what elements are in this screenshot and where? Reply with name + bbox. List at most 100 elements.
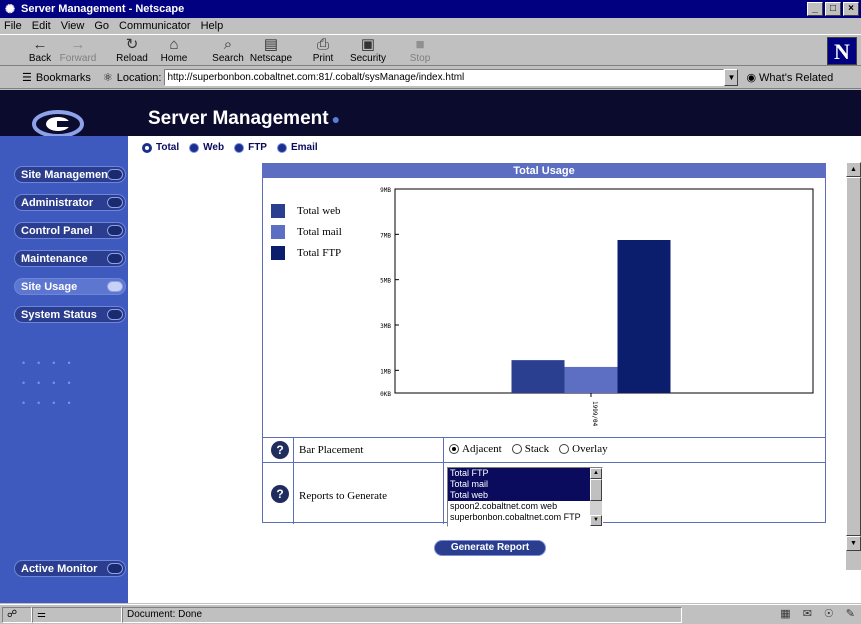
navigator-icon[interactable]: ▦ xyxy=(780,607,790,620)
chart-legend: Total web Total mail Total FTP xyxy=(271,200,342,263)
nav-knob-icon xyxy=(107,253,123,264)
page-scrollbar[interactable]: ▲ ▼ xyxy=(846,162,861,570)
title-dot-icon: ● xyxy=(331,111,341,127)
subnav-ftp[interactable]: FTP xyxy=(234,142,267,153)
menu-go[interactable]: Go xyxy=(94,20,109,32)
netscape-button[interactable]: ▤ Netscape xyxy=(249,36,293,66)
y-tick-label: 5MB xyxy=(380,278,391,285)
list-item[interactable]: Total mail xyxy=(448,479,602,490)
whats-related-button[interactable]: ◉ What's Related xyxy=(746,71,833,85)
sidebar-item-administrator[interactable]: Administrator xyxy=(14,194,126,211)
page-proxy-icon[interactable]: ⚛ xyxy=(103,71,113,84)
nav-knob-icon xyxy=(107,563,123,574)
subnav-email[interactable]: Email xyxy=(276,142,318,153)
menu-edit[interactable]: Edit xyxy=(32,20,51,32)
help-icon[interactable]: ? xyxy=(271,485,289,503)
sidebar-item-site-management[interactable]: Site Management xyxy=(14,166,126,183)
window-titlebar: ✺ Server Management - Netscape _ □ × xyxy=(0,0,861,18)
radio-overlay[interactable]: Overlay xyxy=(559,443,608,455)
status-text: Document: Done xyxy=(122,606,682,623)
menu-view[interactable]: View xyxy=(61,20,85,32)
help-icon[interactable]: ? xyxy=(271,441,289,459)
scroll-up-icon[interactable]: ▲ xyxy=(846,162,861,177)
newsgroups-icon[interactable]: ☉ xyxy=(824,607,834,620)
decorative-dots: •••• xyxy=(22,378,83,388)
radio-bullet-icon xyxy=(276,142,287,153)
related-icon: ◉ xyxy=(746,72,757,84)
radio-stack[interactable]: Stack xyxy=(511,443,549,455)
menu-help[interactable]: Help xyxy=(201,20,224,32)
page-header: Server Management ● xyxy=(0,90,861,136)
nav-knob-icon xyxy=(107,169,123,180)
list-item[interactable]: spoon2.cobaltnet.com web xyxy=(448,501,602,512)
scroll-down-icon[interactable]: ▼ xyxy=(846,536,861,551)
print-button[interactable]: ⎙ Print xyxy=(301,36,345,66)
netscape-logo-icon[interactable]: N xyxy=(827,37,857,65)
online-indicator-icon: ⚌ xyxy=(32,606,122,623)
navigation-toolbar: ← Back → Forward ↻ Reload ⌂ Home ⌕ Searc… xyxy=(0,34,861,66)
search-button[interactable]: ⌕ Search xyxy=(206,36,250,66)
sidebar-item-active-monitor[interactable]: Active Monitor xyxy=(14,560,126,577)
url-dropdown-icon[interactable]: ▼ xyxy=(724,69,739,86)
y-tick-label: 9MB xyxy=(380,187,391,194)
mail-icon[interactable]: ✉ xyxy=(803,607,812,620)
reports-row: ? Reports to Generate Total FTP Total ma… xyxy=(263,462,825,527)
reports-listbox[interactable]: Total FTP Total mail Total web spoon2.co… xyxy=(447,467,603,527)
panel-title: Total Usage xyxy=(263,164,825,178)
menu-file[interactable]: File xyxy=(4,20,22,32)
reload-icon: ↻ xyxy=(125,36,139,53)
cobalt-logo-icon xyxy=(32,110,84,136)
bar-placement-label: Bar Placement xyxy=(299,444,364,456)
generate-report-button[interactable]: Generate Report xyxy=(434,540,546,556)
minimize-button[interactable]: _ xyxy=(807,2,823,16)
netscape-window-icon: ✺ xyxy=(4,2,16,16)
page-content: Server Management ● Site Management Admin… xyxy=(0,90,861,603)
maximize-button[interactable]: □ xyxy=(825,2,841,16)
radio-adjacent[interactable]: Adjacent xyxy=(449,443,502,455)
radio-bullet-icon xyxy=(234,142,245,153)
forward-button[interactable]: → Forward xyxy=(56,36,100,66)
x-tick-label: 1999/04 xyxy=(591,401,598,427)
stop-icon: ■ xyxy=(415,36,425,53)
sidebar-item-system-status[interactable]: System Status xyxy=(14,306,126,323)
sidebar-item-control-panel[interactable]: Control Panel xyxy=(14,222,126,239)
list-item[interactable]: Total FTP xyxy=(448,468,602,479)
netscape-icon: ▤ xyxy=(263,36,279,53)
composer-icon[interactable]: ✎ xyxy=(846,607,855,620)
close-button[interactable]: × xyxy=(843,2,859,16)
location-bar: ☰ Bookmarks ⚛ Location: http://superbonb… xyxy=(0,67,861,89)
page-scroll-thumb[interactable] xyxy=(846,177,861,536)
print-icon: ⎙ xyxy=(316,36,329,53)
home-button[interactable]: ⌂ Home xyxy=(152,36,196,66)
menu-communicator[interactable]: Communicator xyxy=(119,20,191,32)
page-title: Server Management ● xyxy=(148,108,341,129)
subnav-total[interactable]: Total xyxy=(142,142,179,153)
bookmarks-button[interactable]: ☰ Bookmarks xyxy=(22,71,91,85)
total-usage-panel: Total Usage Total web Total mail Total F… xyxy=(262,163,826,527)
stop-button[interactable]: ■ Stop xyxy=(398,36,442,66)
security-button[interactable]: ▣ Security xyxy=(346,36,390,66)
nav-knob-icon xyxy=(107,225,123,236)
radio-unchecked-icon xyxy=(511,444,522,454)
y-tick-label: 1MB xyxy=(380,368,391,375)
legend-item-mail: Total mail xyxy=(271,221,342,242)
usage-subnav: Total Web FTP Email xyxy=(142,142,318,153)
sidebar-item-maintenance[interactable]: Maintenance xyxy=(14,250,126,267)
security-lock-icon[interactable]: ☍ xyxy=(2,606,32,623)
component-bar: ▦ ✉ ☉ ✎ xyxy=(780,607,855,620)
sidebar-item-site-usage[interactable]: Site Usage xyxy=(14,278,126,295)
listbox-scroll-thumb[interactable] xyxy=(590,479,602,501)
subnav-web[interactable]: Web xyxy=(189,142,224,153)
reload-button[interactable]: ↻ Reload xyxy=(110,36,154,66)
scroll-down-icon[interactable]: ▼ xyxy=(590,515,602,526)
url-input[interactable]: http://superbonbon.cobaltnet.com:81/.cob… xyxy=(164,69,725,86)
legend-swatch xyxy=(271,203,285,218)
scroll-up-icon[interactable]: ▲ xyxy=(590,468,602,479)
window-title: Server Management - Netscape xyxy=(21,3,185,15)
legend-item-web: Total web xyxy=(271,200,342,221)
list-item[interactable]: Total web xyxy=(448,490,602,501)
legend-item-ftp: Total FTP xyxy=(271,242,342,263)
location-label: ⚛ Location: xyxy=(102,71,162,85)
menu-bar: File Edit View Go Communicator Help xyxy=(0,18,861,34)
list-item[interactable]: superbonbon.cobaltnet.com FTP xyxy=(448,512,602,523)
